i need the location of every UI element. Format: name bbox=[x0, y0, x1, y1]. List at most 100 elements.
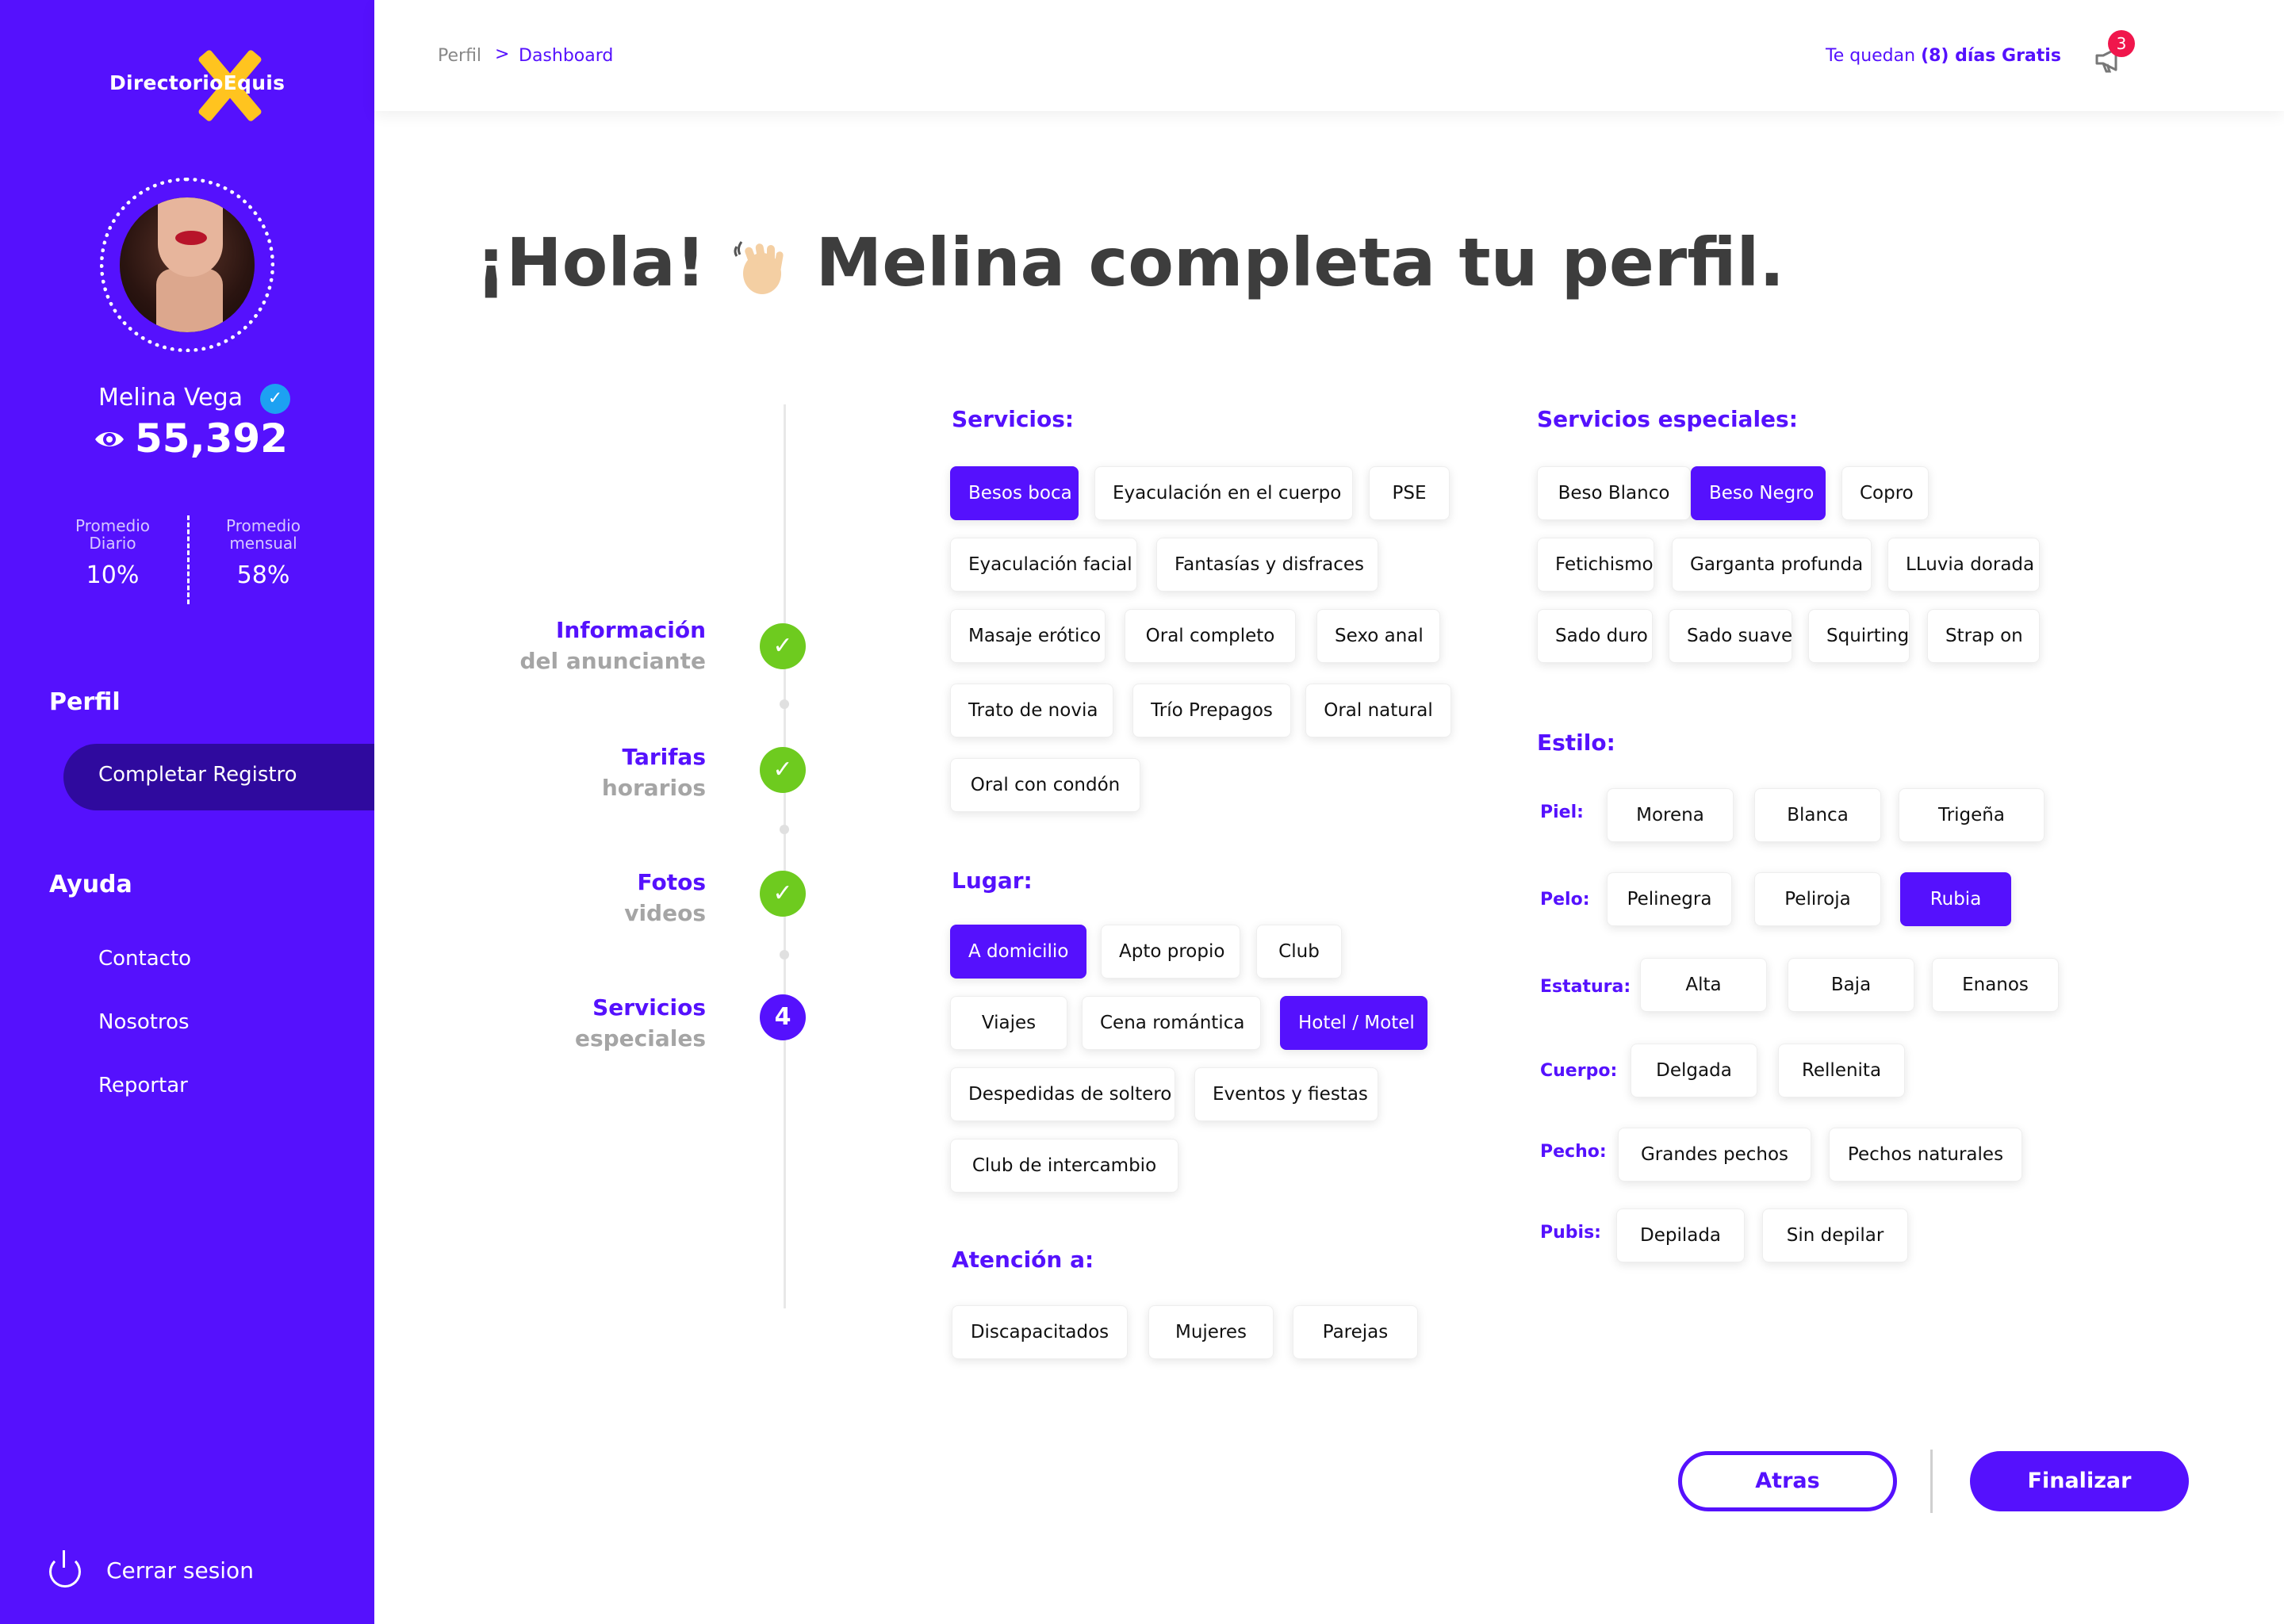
step-subtitle: videos bbox=[624, 900, 706, 926]
chip-grandes-pechos[interactable]: Grandes pechos bbox=[1618, 1128, 1811, 1182]
chip-trigena[interactable]: Trigeña bbox=[1899, 788, 2044, 842]
servicios-title: Servicios: bbox=[952, 406, 1075, 432]
chip-lluvia-dorada[interactable]: LLuvia dorada bbox=[1887, 538, 2040, 592]
step-subtitle: horarios bbox=[601, 775, 706, 801]
avatar[interactable] bbox=[120, 197, 255, 332]
breadcrumb-dashboard[interactable]: Dashboard bbox=[519, 46, 613, 66]
step-fotos[interactable]: Fotos videos bbox=[444, 869, 706, 926]
avatar-neck bbox=[156, 269, 223, 332]
chip-alta[interactable]: Alta bbox=[1640, 958, 1767, 1012]
nav-item-contacto[interactable]: Contacto bbox=[98, 947, 191, 971]
chip-oral-natural[interactable]: Oral natural bbox=[1305, 684, 1451, 737]
nav-item-completar-registro[interactable]: Completar Registro bbox=[63, 744, 374, 810]
chip-eyaculacion-facial[interactable]: Eyaculación facial bbox=[950, 538, 1137, 592]
sidebar: DirectorioEquis Melina Vega ✓ 55,392 Pro… bbox=[0, 0, 374, 1624]
finish-button[interactable]: Finalizar bbox=[1970, 1451, 2189, 1511]
step-subtitle: del anunciante bbox=[519, 648, 706, 674]
chip-hotel-motel[interactable]: Hotel / Motel bbox=[1280, 996, 1428, 1050]
stat-monthly-label: Promedio mensual bbox=[225, 516, 301, 553]
chip-rellenita[interactable]: Rellenita bbox=[1778, 1044, 1905, 1097]
chip-morena[interactable]: Morena bbox=[1607, 788, 1734, 842]
chip-parejas[interactable]: Parejas bbox=[1293, 1305, 1418, 1359]
actions-divider bbox=[1930, 1450, 1933, 1513]
app: DirectorioEquis Melina Vega ✓ 55,392 Pro… bbox=[0, 0, 2284, 1624]
chip-sado-duro[interactable]: Sado duro bbox=[1537, 609, 1653, 663]
chip-copro[interactable]: Copro bbox=[1841, 466, 1929, 520]
label-piel: Piel: bbox=[1540, 802, 1584, 822]
step-title: Información bbox=[555, 617, 706, 643]
chip-depilada[interactable]: Depilada bbox=[1616, 1208, 1745, 1262]
nav-item-nosotros[interactable]: Nosotros bbox=[98, 1010, 190, 1034]
chip-apto-propio[interactable]: Apto propio bbox=[1101, 925, 1240, 979]
chip-pse[interactable]: PSE bbox=[1369, 466, 1450, 520]
logout-label: Cerrar sesion bbox=[106, 1557, 254, 1584]
chip-beso-blanco[interactable]: Beso Blanco bbox=[1537, 466, 1691, 520]
chip-enanos[interactable]: Enanos bbox=[1932, 958, 2059, 1012]
chip-trio-prepagos[interactable]: Trío Prepagos bbox=[1132, 684, 1291, 737]
back-button[interactable]: Atras bbox=[1678, 1451, 1897, 1511]
chip-squirting[interactable]: Squirting bbox=[1808, 609, 1910, 663]
step-connector-dot bbox=[780, 825, 789, 834]
chip-club-intercambio[interactable]: Club de intercambio bbox=[950, 1139, 1178, 1193]
chip-garganta-profunda[interactable]: Garganta profunda bbox=[1672, 538, 1872, 592]
chip-sin-depilar[interactable]: Sin depilar bbox=[1762, 1208, 1908, 1262]
logout-button[interactable]: Cerrar sesion bbox=[49, 1550, 287, 1592]
chip-baja[interactable]: Baja bbox=[1788, 958, 1914, 1012]
chip-a-domicilio[interactable]: A domicilio bbox=[950, 925, 1086, 979]
chip-pechos-naturales[interactable]: Pechos naturales bbox=[1829, 1128, 2022, 1182]
step-check-icon: ✓ bbox=[760, 623, 806, 669]
chip-delgada[interactable]: Delgada bbox=[1631, 1044, 1757, 1097]
chip-eventos-fiestas[interactable]: Eventos y fiestas bbox=[1194, 1067, 1378, 1121]
greeting-bold: completa tu perfil. bbox=[1088, 224, 1785, 301]
stat-daily-label: Promedio Diario bbox=[75, 516, 150, 553]
chip-besos-boca[interactable]: Besos boca bbox=[950, 466, 1079, 520]
label-estatura: Estatura: bbox=[1540, 977, 1631, 997]
breadcrumb-perfil[interactable]: Perfil bbox=[438, 46, 481, 66]
chip-mujeres[interactable]: Mujeres bbox=[1148, 1305, 1274, 1359]
chip-fantasias[interactable]: Fantasías y disfraces bbox=[1156, 538, 1378, 592]
chip-eyaculacion-cuerpo[interactable]: Eyaculación en el cuerpo bbox=[1094, 466, 1353, 520]
chip-masaje-erotico[interactable]: Masaje erótico bbox=[950, 609, 1106, 663]
chip-despedidas[interactable]: Despedidas de soltero bbox=[950, 1067, 1175, 1121]
chip-fetichismo[interactable]: Fetichismo bbox=[1537, 538, 1654, 592]
chip-peliroja[interactable]: Peliroja bbox=[1754, 872, 1881, 926]
estilo-title: Estilo: bbox=[1537, 730, 1615, 756]
chip-oral-completo[interactable]: Oral completo bbox=[1125, 609, 1296, 663]
step-informacion[interactable]: Información del anunciante bbox=[444, 617, 706, 674]
stat-daily: Promedio Diario 10% bbox=[57, 517, 168, 589]
nav-heading-ayuda: Ayuda bbox=[49, 871, 132, 898]
step-title: Tarifas bbox=[622, 744, 706, 770]
chip-oral-condon[interactable]: Oral con condón bbox=[950, 758, 1140, 812]
chip-rubia[interactable]: Rubia bbox=[1900, 872, 2011, 926]
chip-sexo-anal[interactable]: Sexo anal bbox=[1316, 609, 1440, 663]
chip-trato-novia[interactable]: Trato de novia bbox=[950, 684, 1113, 737]
label-pecho: Pecho: bbox=[1540, 1142, 1607, 1162]
waving-hand-icon bbox=[734, 241, 784, 295]
stat-monthly-value: 58% bbox=[236, 561, 290, 589]
chip-cena-romantica[interactable]: Cena romántica bbox=[1082, 996, 1261, 1050]
chip-strap-on[interactable]: Strap on bbox=[1927, 609, 2040, 663]
chip-club[interactable]: Club bbox=[1256, 925, 1342, 979]
stat-monthly: Promedio mensual 58% bbox=[208, 517, 319, 589]
trial-notice: Te quedan (8) días Gratis bbox=[1826, 46, 2061, 66]
chip-sado-suave[interactable]: Sado suave bbox=[1669, 609, 1792, 663]
step-tarifas[interactable]: Tarifas horarios bbox=[444, 744, 706, 801]
step-number-badge: 4 bbox=[760, 994, 806, 1040]
chip-discapacitados[interactable]: Discapacitados bbox=[952, 1305, 1128, 1359]
chip-beso-negro[interactable]: Beso Negro bbox=[1691, 466, 1826, 520]
chip-blanca[interactable]: Blanca bbox=[1754, 788, 1881, 842]
atencion-title: Atención a: bbox=[952, 1247, 1094, 1273]
label-pelo: Pelo: bbox=[1540, 890, 1590, 910]
verified-icon: ✓ bbox=[260, 384, 290, 414]
chip-viajes[interactable]: Viajes bbox=[950, 996, 1067, 1050]
step-servicios[interactable]: Servicios especiales bbox=[444, 994, 706, 1051]
user-name: Melina Vega bbox=[98, 384, 243, 412]
step-connector-dot bbox=[780, 950, 789, 959]
topbar: Perfil > Dashboard Te quedan (8) días Gr… bbox=[374, 0, 2284, 111]
notification-badge: 3 bbox=[2108, 30, 2135, 57]
step-title: Fotos bbox=[637, 869, 706, 895]
step-check-icon: ✓ bbox=[760, 747, 806, 793]
brand-logo[interactable]: DirectorioEquis bbox=[109, 49, 292, 122]
chip-pelinegra[interactable]: Pelinegra bbox=[1607, 872, 1732, 926]
nav-item-reportar[interactable]: Reportar bbox=[98, 1074, 188, 1097]
